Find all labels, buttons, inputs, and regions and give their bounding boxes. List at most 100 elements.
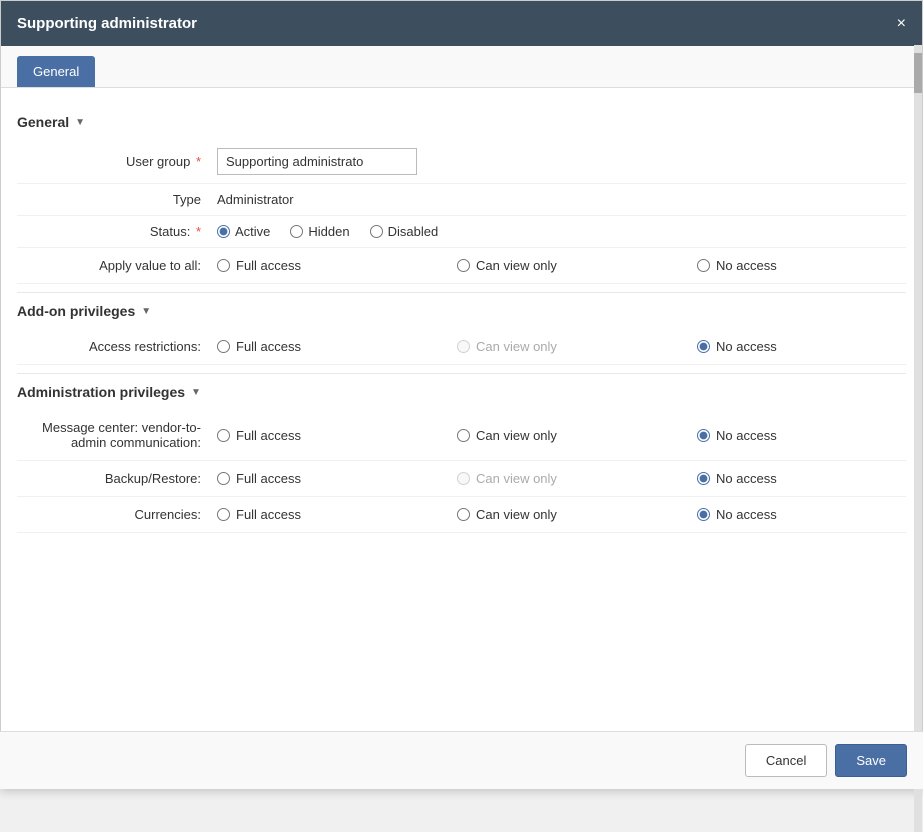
message-center-row: Message center: vendor-to-admin communic… (17, 410, 906, 461)
backup-no-access-col: No access (697, 471, 922, 486)
save-button[interactable]: Save (835, 744, 907, 777)
access-can-view-radio (457, 340, 470, 353)
user-group-required: * (196, 154, 201, 169)
msg-full-access-radio[interactable] (217, 429, 230, 442)
access-restrictions-label: Access restrictions: (17, 339, 217, 354)
message-center-label: Message center: vendor-to-admin communic… (17, 420, 217, 450)
backup-can-view-radio (457, 472, 470, 485)
scrollbar-thumb[interactable] (914, 53, 922, 93)
modal-container: Supporting administrator × General Gener… (0, 0, 923, 789)
access-no-access-option[interactable]: No access (697, 339, 777, 354)
apply-value-label: Apply value to all: (17, 258, 217, 273)
general-chevron-icon: ▼ (75, 117, 85, 128)
access-full-access-option[interactable]: Full access (217, 339, 301, 354)
type-label: Type (17, 192, 217, 207)
access-restrictions-row: Access restrictions: Full access Can vie… (17, 329, 906, 365)
status-disabled-radio[interactable] (370, 225, 383, 238)
addon-chevron-icon: ▼ (141, 306, 151, 317)
user-group-input[interactable] (217, 148, 417, 175)
msg-can-view-col: Can view only (457, 428, 697, 443)
backup-restore-row: Backup/Restore: Full access Can view onl… (17, 461, 906, 497)
currencies-full-access-radio[interactable] (217, 508, 230, 521)
close-button[interactable]: × (897, 16, 906, 32)
backup-restore-label: Backup/Restore: (17, 471, 217, 486)
status-active-option[interactable]: Active (217, 224, 270, 239)
currencies-options: Full access Can view only No access (217, 507, 922, 522)
status-options: Active Hidden Disabled (217, 224, 906, 239)
user-group-value (217, 148, 906, 175)
general-section-header: General ▼ (17, 104, 906, 140)
cancel-button[interactable]: Cancel (745, 744, 827, 777)
status-disabled-option[interactable]: Disabled (370, 224, 439, 239)
currencies-row: Currencies: Full access Can view only (17, 497, 906, 533)
backup-can-view-option: Can view only (457, 471, 557, 486)
backup-full-access-col: Full access (217, 471, 457, 486)
type-value: Administrator (217, 192, 906, 207)
addon-section-label: Add-on privileges (17, 303, 135, 319)
currencies-full-access-col: Full access (217, 507, 457, 522)
status-label: Status: * (17, 224, 217, 239)
user-group-row: User group * (17, 140, 906, 184)
tab-bar: General (1, 46, 922, 88)
apply-full-access-radio[interactable] (217, 259, 230, 272)
status-active-radio[interactable] (217, 225, 230, 238)
apply-full-access-col: Full access (217, 258, 457, 273)
apply-value-options: Full access Can view only No access (217, 258, 922, 273)
currencies-label: Currencies: (17, 507, 217, 522)
access-can-view-col: Can view only (457, 339, 697, 354)
apply-no-access-col: No access (697, 258, 922, 273)
currencies-no-access-col: No access (697, 507, 922, 522)
msg-can-view-option[interactable]: Can view only (457, 428, 557, 443)
currencies-no-access-radio[interactable] (697, 508, 710, 521)
admin-chevron-icon: ▼ (191, 387, 201, 398)
status-hidden-radio[interactable] (290, 225, 303, 238)
status-required: * (196, 224, 201, 239)
currencies-full-access-option[interactable]: Full access (217, 507, 301, 522)
access-no-access-col: No access (697, 339, 922, 354)
access-can-view-option: Can view only (457, 339, 557, 354)
msg-full-access-col: Full access (217, 428, 457, 443)
footer: Cancel Save (0, 731, 923, 789)
apply-value-row: Apply value to all: Full access Can view… (17, 248, 906, 284)
user-group-label: User group * (17, 154, 217, 169)
msg-full-access-option[interactable]: Full access (217, 428, 301, 443)
msg-no-access-col: No access (697, 428, 922, 443)
access-no-access-radio[interactable] (697, 340, 710, 353)
general-section-label: General (17, 114, 69, 130)
apply-full-access-option[interactable]: Full access (217, 258, 301, 273)
access-full-access-radio[interactable] (217, 340, 230, 353)
msg-can-view-radio[interactable] (457, 429, 470, 442)
type-row: Type Administrator (17, 184, 906, 216)
currencies-can-view-option[interactable]: Can view only (457, 507, 557, 522)
backup-no-access-option[interactable]: No access (697, 471, 777, 486)
currencies-can-view-col: Can view only (457, 507, 697, 522)
status-hidden-option[interactable]: Hidden (290, 224, 349, 239)
backup-can-view-col: Can view only (457, 471, 697, 486)
backup-full-access-radio[interactable] (217, 472, 230, 485)
backup-no-access-radio[interactable] (697, 472, 710, 485)
currencies-no-access-option[interactable]: No access (697, 507, 777, 522)
apply-can-view-col: Can view only (457, 258, 697, 273)
currencies-can-view-radio[interactable] (457, 508, 470, 521)
apply-no-access-option[interactable]: No access (697, 258, 777, 273)
content-area: General ▼ User group * Type Administrato… (1, 88, 922, 609)
scrollbar[interactable] (914, 45, 922, 832)
backup-restore-options: Full access Can view only No access (217, 471, 922, 486)
modal-header: Supporting administrator × (1, 1, 922, 46)
msg-no-access-radio[interactable] (697, 429, 710, 442)
status-radio-group: Active Hidden Disabled (217, 224, 906, 239)
tab-general[interactable]: General (17, 56, 95, 87)
message-center-options: Full access Can view only No access (217, 428, 922, 443)
apply-no-access-radio[interactable] (697, 259, 710, 272)
status-row: Status: * Active Hidden Disabled (17, 216, 906, 248)
access-full-access-col: Full access (217, 339, 457, 354)
modal-title: Supporting administrator (17, 15, 197, 32)
admin-section-header: Administration privileges ▼ (17, 373, 906, 410)
access-restrictions-options: Full access Can view only No access (217, 339, 922, 354)
admin-section-label: Administration privileges (17, 384, 185, 400)
apply-can-view-option[interactable]: Can view only (457, 258, 557, 273)
apply-can-view-radio[interactable] (457, 259, 470, 272)
backup-full-access-option[interactable]: Full access (217, 471, 301, 486)
addon-section-header: Add-on privileges ▼ (17, 292, 906, 329)
msg-no-access-option[interactable]: No access (697, 428, 777, 443)
